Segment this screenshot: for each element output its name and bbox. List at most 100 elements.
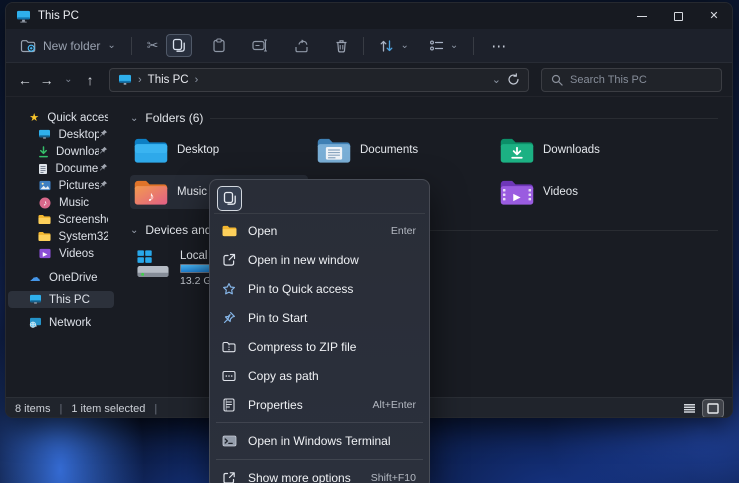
breadcrumb-separator: ›: [138, 74, 142, 86]
local-disk-icon: [134, 249, 172, 281]
sort-icon: [379, 39, 394, 53]
sidebar-item-downloads[interactable]: Downloads: [8, 143, 114, 160]
paste-icon: [212, 38, 226, 53]
cut-icon: ✂: [147, 37, 159, 54]
address-bar[interactable]: › This PC › ⌄: [109, 68, 529, 92]
sidebar-item-desktop[interactable]: Desktop: [8, 126, 114, 143]
sidebar-item-screenshots[interactable]: Screenshots: [8, 211, 114, 228]
share-button[interactable]: [288, 35, 315, 57]
folder-tile-desktop[interactable]: Desktop: [130, 133, 308, 167]
back-button[interactable]: ←: [16, 68, 34, 92]
up-button[interactable]: ↑: [81, 68, 99, 92]
menu-separator: [216, 459, 423, 460]
sidebar-item-documents[interactable]: Documents: [8, 160, 114, 177]
item-count: 8 items: [15, 403, 50, 415]
navigation-pane: ★ Quick access Desktop Downlo: [6, 97, 116, 397]
sidebar-item-network[interactable]: Network: [8, 314, 114, 331]
menu-item-open[interactable]: Open Enter: [214, 216, 425, 245]
paste-button[interactable]: [206, 34, 232, 57]
menu-item-open-in-new-window[interactable]: Open in new window: [214, 245, 425, 274]
sidebar-item-quick-access[interactable]: ★ Quick access: [8, 109, 114, 126]
network-icon: [28, 317, 42, 328]
svg-text:▶: ▶: [43, 252, 48, 258]
maximize-button[interactable]: [660, 3, 696, 29]
folder-icon: [38, 214, 51, 225]
sidebar-item-label: Network: [49, 317, 91, 329]
status-divider: |: [59, 403, 62, 415]
folders-header-label: Folders (6): [145, 111, 203, 125]
toolbar-divider: [131, 37, 132, 55]
sidebar-item-system32[interactable]: System32: [8, 228, 114, 245]
toolbar-divider: [473, 37, 474, 55]
folder-tile-videos[interactable]: ▶ Videos: [496, 175, 674, 209]
this-pc-icon: [16, 10, 31, 23]
sidebar-item-this-pc[interactable]: This PC: [8, 291, 114, 308]
svg-text:▶: ▶: [513, 192, 521, 203]
sidebar-item-label: Downloads: [56, 146, 99, 158]
documents-icon: [38, 163, 48, 175]
breadcrumb-this-pc[interactable]: This PC: [148, 74, 189, 86]
sidebar-item-pictures[interactable]: Pictures: [8, 177, 114, 194]
sidebar-item-music[interactable]: ♪ Music: [8, 194, 114, 211]
collapse-chevron-icon[interactable]: ⌄: [130, 113, 138, 124]
navigation-bar: ← → ⌄ ↑ › This PC › ⌄: [6, 63, 732, 97]
documents-folder-icon: [317, 136, 351, 164]
rename-button[interactable]: [246, 35, 274, 56]
folder-icon: [38, 231, 52, 242]
copy-command-button[interactable]: [217, 186, 242, 211]
forward-button[interactable]: →: [38, 68, 56, 92]
details-view-button[interactable]: [679, 400, 699, 417]
menu-separator: [216, 422, 423, 423]
context-menu-command-strip: [214, 184, 425, 214]
pin-icon: [99, 146, 108, 158]
folder-tile-label: Music: [177, 186, 207, 198]
sidebar-item-videos[interactable]: ▶ Videos: [8, 245, 114, 262]
music-icon: ♪: [38, 197, 52, 209]
search-box[interactable]: [541, 68, 722, 92]
sidebar-item-label: System32: [59, 231, 108, 243]
sidebar-item-label: Music: [59, 197, 89, 209]
large-icons-view-icon: [707, 403, 719, 414]
minimize-icon: [637, 16, 647, 17]
copy-button[interactable]: [166, 34, 192, 57]
desktop-wallpaper: This PC ✕ New folder ⌄ ✂: [0, 0, 739, 483]
folder-tile-label: Desktop: [177, 144, 219, 156]
open-folder-icon: [221, 223, 237, 239]
menu-item-pin-to-start[interactable]: Pin to Start: [214, 303, 425, 332]
sidebar-item-label: This PC: [49, 294, 90, 306]
folder-tile-documents[interactable]: Documents: [313, 133, 491, 167]
menu-item-open-in-windows-terminal[interactable]: Open in Windows Terminal: [214, 426, 425, 456]
see-more-button[interactable]: ⋯: [483, 37, 515, 55]
onedrive-cloud-icon: ☁: [28, 271, 42, 284]
desktop-icon: [38, 129, 51, 140]
minimize-button[interactable]: [624, 3, 660, 29]
folders-section-header[interactable]: ⌄ Folders (6): [130, 110, 732, 126]
close-button[interactable]: ✕: [696, 3, 732, 29]
sidebar-item-onedrive[interactable]: ☁ OneDrive: [8, 269, 114, 286]
breadcrumb-separator[interactable]: ›: [195, 74, 199, 86]
new-folder-label: New folder: [43, 39, 100, 53]
maximize-icon: [674, 12, 683, 21]
properties-icon: [221, 397, 237, 413]
large-icons-view-button[interactable]: [703, 400, 723, 417]
folder-tile-label: Documents: [360, 144, 418, 156]
refresh-icon[interactable]: [507, 73, 520, 86]
menu-item-pin-to-quick-access[interactable]: Pin to Quick access: [214, 274, 425, 303]
pin-icon: [99, 129, 108, 141]
delete-button[interactable]: [329, 35, 354, 57]
menu-item-copy-as-path[interactable]: Copy as path: [214, 361, 425, 390]
command-toolbar: New folder ⌄ ✂: [6, 29, 732, 63]
recent-locations-button[interactable]: ⌄: [60, 68, 78, 92]
view-button[interactable]: ⌄: [423, 35, 464, 56]
menu-item-properties[interactable]: Properties Alt+Enter: [214, 390, 425, 419]
sort-button[interactable]: ⌄: [373, 35, 414, 57]
folder-tile-downloads[interactable]: Downloads: [496, 133, 674, 167]
new-folder-button[interactable]: New folder ⌄: [14, 35, 122, 57]
collapse-chevron-icon[interactable]: ⌄: [130, 225, 138, 236]
menu-item-show-more-options[interactable]: Show more options Shift+F10: [214, 463, 425, 483]
address-dropdown-icon[interactable]: ⌄: [492, 73, 501, 86]
zip-folder-icon: [221, 339, 237, 355]
menu-item-compress-to-zip[interactable]: Compress to ZIP file: [214, 332, 425, 361]
cut-button[interactable]: ✂: [141, 33, 165, 58]
search-input[interactable]: [570, 74, 712, 86]
